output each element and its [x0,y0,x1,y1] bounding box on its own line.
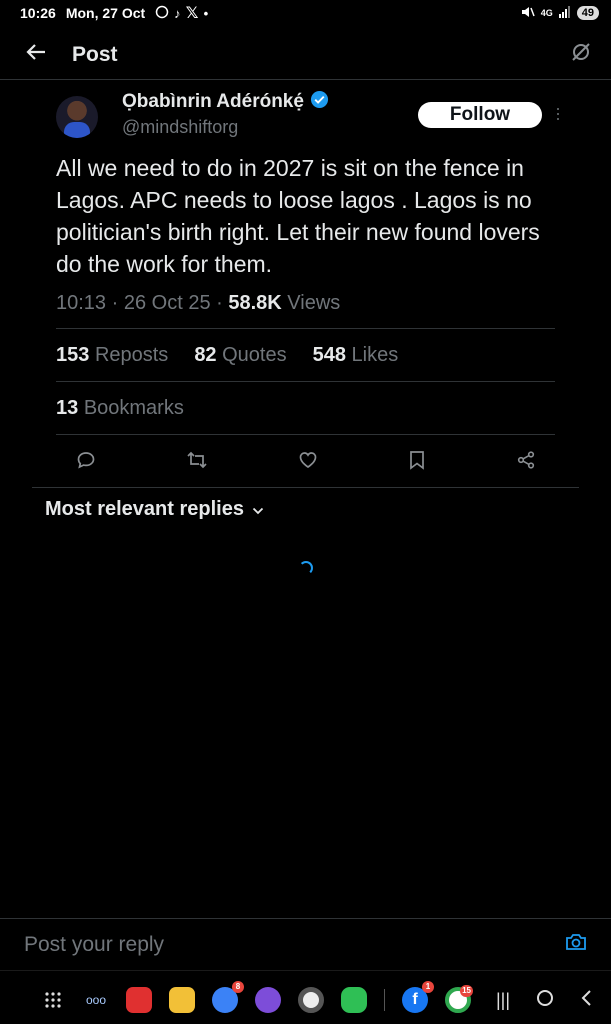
mute-icon [521,6,535,21]
loading-spinner [299,561,313,575]
likes-label: Likes [351,343,399,366]
dot-icon: • [203,5,209,21]
views-label: Views [287,292,341,314]
share-icon [517,451,535,469]
files-app-icon[interactable] [169,987,195,1013]
engagement-stats: 153 Reposts 82 Quotes 548 Likes [56,329,556,381]
x-logo-icon: 𝕏 [185,5,199,22]
camera-app-icon[interactable] [298,987,324,1013]
status-date: Mon, 27 Oct [65,5,146,21]
system-taskbar: ooo 8 f 1 15 ||| [0,976,611,1024]
network-label: 4G [540,8,553,18]
camera-button[interactable] [565,932,587,957]
home-circle-icon [537,989,554,1006]
notification-icons: ♪ 𝕏 • [155,3,208,23]
status-time: 10:26 [20,5,56,21]
chevron-left-icon [581,989,591,1006]
phone-app-icon[interactable] [341,987,367,1013]
camera-icon [566,934,586,950]
reply-input[interactable] [24,932,565,957]
top-app-bar: Post [0,30,611,80]
facebook-badge: 1 [422,981,434,993]
system-nav-buttons: ||| [496,989,592,1012]
reply-sort-dropdown[interactable]: Most relevant replies [45,498,264,521]
repost-icon [187,451,207,469]
quotes-stat[interactable]: 82 Quotes [194,344,286,367]
reply-sort-label: Most relevant replies [45,498,244,520]
share-button[interactable] [516,450,536,470]
browser-app-icon[interactable] [255,987,281,1013]
grok-icon [570,41,592,68]
music-icon: ♪ [174,5,181,21]
bookmarks-stat[interactable]: 13 Bookmarks [56,397,184,420]
like-button[interactable] [298,450,318,470]
post-author: Ọbabìnrin Adérónkẹ́ @mindshiftorg Follow [56,86,559,144]
author-display-name[interactable]: Ọbabìnrin Adérónkẹ́ [122,91,304,113]
reply-composer [0,918,611,970]
bookmarks-label: Bookmarks [83,396,184,419]
taskbar-separator [384,989,385,1011]
battery-indicator: 49 [576,6,599,20]
app-icon[interactable]: 15 [445,985,473,1013]
quotes-count: 82 [194,343,217,366]
avatar[interactable] [56,96,98,138]
home-button[interactable] [536,989,554,1012]
quotes-label: Quotes [222,343,287,366]
recents-button[interactable]: ||| [496,990,510,1011]
messages-badge: 8 [232,981,244,993]
reposts-count: 153 [56,343,90,366]
grid-icon [45,992,61,1008]
reposts-label: Reposts [94,343,169,366]
post-date: 26 Oct 25 [123,292,211,314]
app-badge: 15 [460,985,473,997]
views-count: 58.8K [228,292,282,314]
follow-button[interactable]: Follow [418,102,542,128]
arrow-left-icon [26,43,46,66]
facebook-app-icon[interactable]: f 1 [402,981,434,1013]
page-title: Post [72,42,118,66]
post-time: 10:13 [56,292,107,314]
more-options-button[interactable] [552,104,564,124]
whatsapp-icon [155,5,169,22]
verified-badge-icon [310,90,329,114]
post-action-bar [56,435,556,485]
system-back-button[interactable] [580,989,592,1011]
post-detail: Ọbabìnrin Adérónkẹ́ @mindshiftorg Follow… [56,86,559,485]
recent-apps-icon[interactable]: ooo [83,987,109,1013]
signal-icon [558,5,571,21]
divider [32,487,579,488]
notes-app-icon[interactable] [126,987,152,1013]
bookmarks-count: 13 [56,396,79,419]
status-bar: 10:26 Mon, 27 Oct ♪ 𝕏 • 4G 49 [0,0,611,26]
bookmark-icon [410,451,424,470]
divider [0,970,611,971]
bookmark-stats: 13 Bookmarks [56,382,556,434]
messages-app-icon[interactable]: 8 [212,981,244,1013]
likes-stat[interactable]: 548 Likes [313,344,399,367]
reply-button[interactable] [76,450,96,470]
post-meta: 10:13 · 26 Oct 25 · 58.8K Views [56,292,341,314]
post-text: All we need to do in 2027 is sit on the … [56,155,540,277]
chevron-down-icon [252,498,264,521]
grok-button[interactable] [551,41,611,68]
reply-icon [77,452,95,469]
app-drawer-button[interactable] [40,987,66,1013]
repost-button[interactable] [186,450,208,470]
back-button[interactable] [0,30,72,80]
heart-icon [299,452,317,469]
reposts-stat[interactable]: 153 Reposts [56,344,168,367]
author-handle[interactable]: @mindshiftorg [122,117,329,138]
likes-count: 548 [312,343,346,366]
bookmark-button[interactable] [408,450,426,470]
